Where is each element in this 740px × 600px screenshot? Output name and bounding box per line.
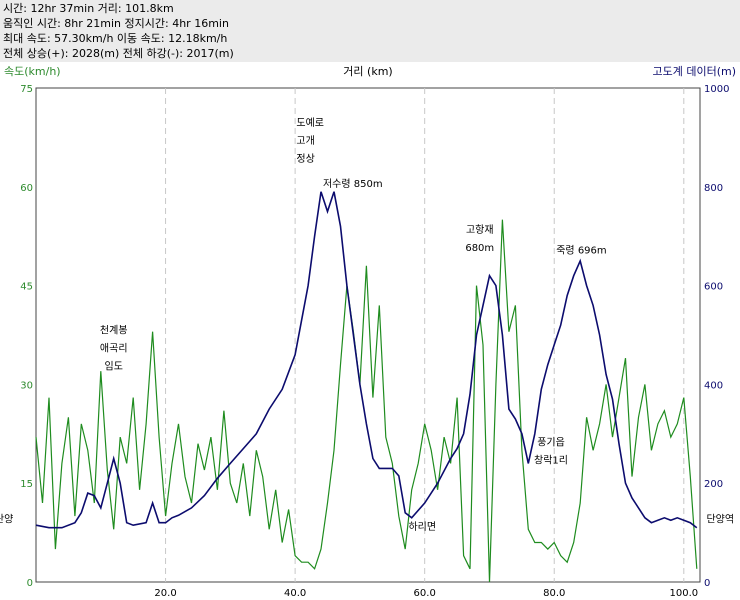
stats-panel: 시간: 12hr 37min 거리: 101.8km 움직인 시간: 8hr 2… <box>0 0 740 62</box>
right-axis-label: 고도계 데이터(m) <box>652 65 736 78</box>
right-tick-label-3: 600 <box>704 282 723 293</box>
right-tick-label-2: 400 <box>704 380 723 391</box>
annotation-3: 하리면 <box>408 520 436 533</box>
right-tick-label-5: 1000 <box>704 84 729 95</box>
left-tick-label-3: 45 <box>20 282 33 293</box>
left-tick-label-1: 15 <box>20 479 33 490</box>
stat-line-elevation: 전체 상승(+): 2028(m) 전체 하강(-): 2017(m) <box>3 47 234 60</box>
stat-line-speed: 최대 속도: 57.30km/h 이동 속도: 12.18km/h <box>3 32 228 45</box>
right-tick-label-0: 0 <box>704 578 710 589</box>
left-tick-label-0: 0 <box>27 578 33 589</box>
speed-elevation-chart: 속도(km/h) 거리 (km) 고도계 데이터(m) 0 15 30 45 60 75 0… <box>0 65 736 599</box>
annotation-7: 단양 <box>0 514 13 526</box>
x-axis-label: 거리 (km) <box>343 65 392 78</box>
stat-line-moving-time: 움직인 시간: 8hr 21min 정지시간: 4hr 16min <box>3 17 229 30</box>
right-tick-label-1: 200 <box>704 479 723 490</box>
x-tick-label-0: 20.0 <box>154 588 176 599</box>
left-tick-label-5: 75 <box>20 84 33 95</box>
right-tick-label-4: 800 <box>704 183 723 194</box>
stat-line-time: 시간: 12hr 37min 거리: 101.8km <box>3 2 174 15</box>
x-tick-label-3: 80.0 <box>543 588 565 599</box>
annotation-2: 저수령 850m <box>323 178 383 190</box>
left-tick-label-2: 30 <box>20 380 33 391</box>
left-axis-label: 속도(km/h) <box>4 65 61 78</box>
x-tick-label-1: 40.0 <box>284 588 306 599</box>
left-tick-label-4: 60 <box>20 183 33 194</box>
annotation-8: 단양역 <box>706 514 734 526</box>
x-tick-label-4: 100.0 <box>669 588 698 599</box>
annotation-5: 죽령 696m <box>556 244 606 256</box>
x-tick-label-2: 60.0 <box>414 588 436 599</box>
